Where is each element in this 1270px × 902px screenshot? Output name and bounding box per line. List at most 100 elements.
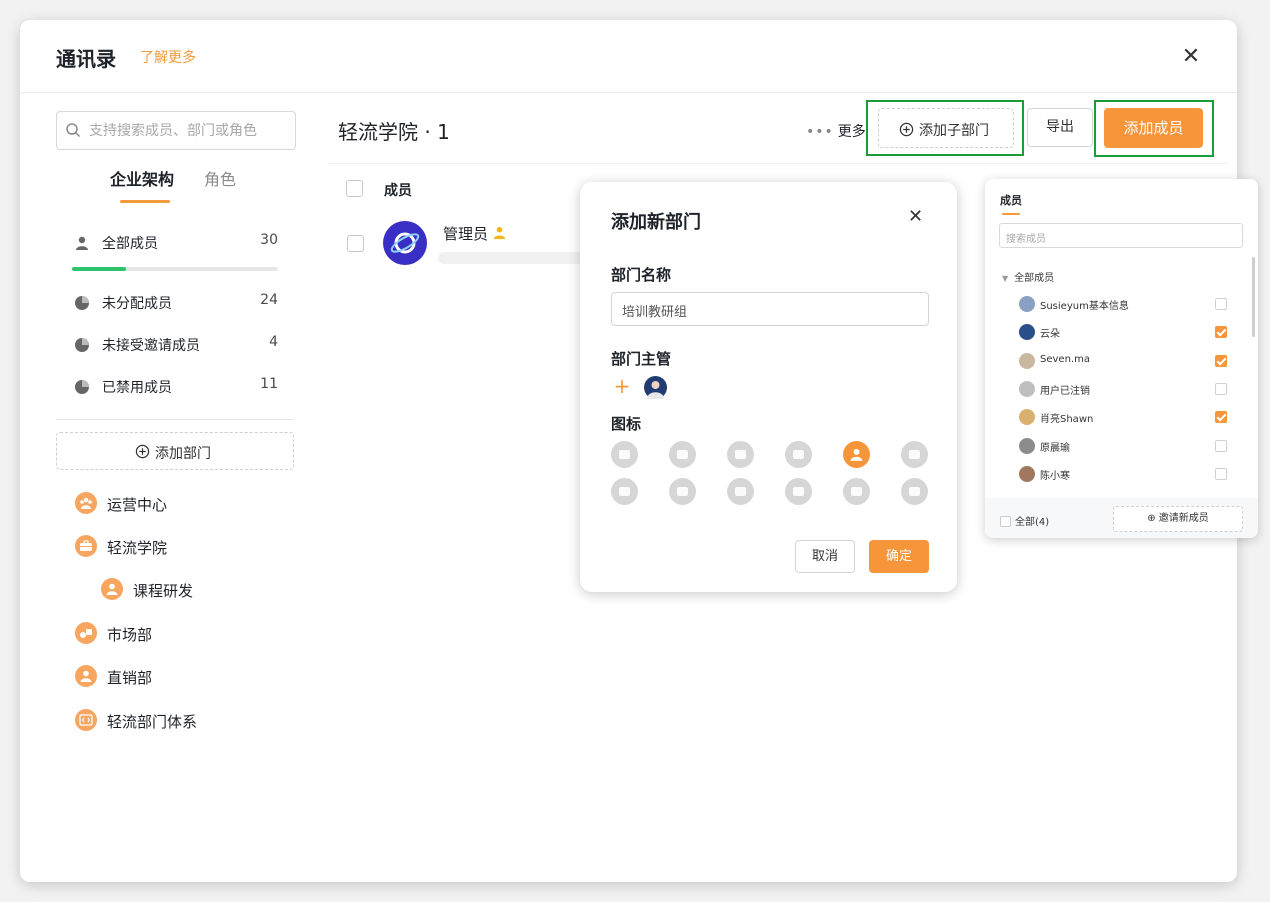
export-button[interactable]: 导出: [1027, 108, 1093, 147]
picker-search-input[interactable]: 搜索成员: [999, 223, 1243, 248]
confirm-button[interactable]: 确定: [869, 540, 929, 573]
dept-name-label: 部门名称: [611, 266, 672, 284]
member-name: Seven.ma: [1040, 353, 1090, 365]
more-button[interactable]: ••• 更多: [806, 121, 866, 141]
stat-count: 24: [260, 292, 278, 308]
add-manager-button[interactable]: +: [611, 376, 633, 398]
stat-pending-invite[interactable]: 未接受邀请成员 4: [72, 334, 280, 356]
avatar: [383, 221, 427, 265]
cancel-button[interactable]: 取消: [795, 540, 855, 573]
department-title: 轻流学院 · 1: [338, 120, 450, 144]
scrollbar[interactable]: [1252, 257, 1255, 337]
select-all[interactable]: 全部(4): [1000, 513, 1049, 528]
stat-label: 已禁用成员: [102, 380, 172, 396]
picker-tab-members[interactable]: 成员: [1000, 192, 1022, 208]
member-search[interactable]: [56, 111, 296, 150]
person-icon: [101, 578, 123, 600]
active-tab-indicator: [1002, 213, 1020, 215]
add-department-label: 添加部门: [155, 446, 211, 462]
briefcase-icon: [75, 535, 97, 557]
member-checkbox[interactable]: [1215, 411, 1227, 424]
close-icon[interactable]: ✕: [908, 206, 923, 227]
code-icon[interactable]: [611, 441, 638, 468]
avatar: [1019, 296, 1035, 312]
member-row[interactable]: 云朵: [1019, 323, 1227, 341]
add-department-button[interactable]: 添加部门: [56, 432, 294, 470]
member-row[interactable]: Seven.ma: [1019, 352, 1227, 370]
select-all-checkbox[interactable]: [346, 180, 363, 197]
briefcase-icon[interactable]: [669, 441, 696, 468]
dept-label: 运营中心: [107, 496, 168, 514]
tree-root-label: 全部成员: [1014, 273, 1055, 284]
more-label: 更多: [837, 124, 866, 140]
member-picker-panel: 成员 搜索成员 ▼ 全部成员 Susieyum基本信息云朵 Seven.ma 用户已注…: [985, 179, 1258, 538]
stat-unassigned[interactable]: 未分配成员 24: [72, 292, 280, 314]
tree-root[interactable]: ▼ 全部成员: [1002, 269, 1054, 284]
row-checkbox[interactable]: [347, 235, 364, 252]
member-row[interactable]: 陈小寒: [1019, 465, 1227, 483]
dialog-title: 添加新部门: [611, 212, 701, 233]
tab-org[interactable]: 企业架构: [110, 166, 174, 190]
stat-count: 11: [260, 376, 278, 392]
member-row[interactable]: 用户已注销: [1019, 380, 1227, 398]
dept-label: 直销部: [107, 669, 153, 687]
chart-icon: [75, 622, 97, 644]
manager-avatar: [644, 376, 667, 399]
admin-badge-icon: [493, 226, 506, 240]
member-name: 陈小寒: [1040, 470, 1070, 482]
avatar: [1019, 352, 1035, 369]
tools-icon[interactable]: [843, 478, 870, 505]
member-row[interactable]: 原晨瑜: [1019, 437, 1227, 455]
home-icon[interactable]: [785, 478, 812, 505]
close-icon[interactable]: ✕: [1180, 46, 1202, 68]
stat-count: 30: [260, 232, 278, 248]
stat-disabled[interactable]: 已禁用成员 11: [72, 376, 280, 398]
team-icon[interactable]: [727, 441, 754, 468]
tab-roles[interactable]: 角色: [204, 166, 236, 190]
invite-member-button[interactable]: ⊕ 邀请新成员: [1113, 506, 1243, 532]
stat-count: 4: [269, 334, 278, 350]
camera-icon[interactable]: [669, 478, 696, 505]
add-member-button[interactable]: 添加成员: [1104, 108, 1203, 148]
stat-label: 未分配成员: [102, 296, 172, 312]
person-icon[interactable]: [843, 441, 870, 468]
dept-name-field[interactable]: 培训教研组: [611, 292, 929, 326]
pie-icon: [75, 380, 89, 394]
member-checkbox[interactable]: [1215, 298, 1227, 310]
member-progress: [72, 267, 278, 271]
learn-more-link[interactable]: 了解更多: [140, 47, 196, 67]
code-icon: [75, 709, 97, 731]
search-icon: [66, 123, 81, 138]
add-subdepartment-button[interactable]: 添加子部门: [878, 108, 1014, 148]
stat-label: 全部成员: [102, 236, 158, 252]
stat-label: 未接受邀请成员: [102, 338, 200, 354]
member-name: 管理员: [443, 225, 489, 243]
car-icon[interactable]: [611, 478, 638, 505]
graduation-icon[interactable]: [901, 441, 928, 468]
member-name: 肖亮Shawn: [1040, 414, 1094, 426]
progress-fill: [72, 267, 126, 271]
member-checkbox[interactable]: [1215, 326, 1227, 339]
member-row[interactable]: 肖亮Shawn: [1019, 408, 1227, 426]
plus-circle-icon: ⊕: [1147, 513, 1159, 524]
avatar: [1019, 324, 1035, 341]
member-row[interactable]: Susieyum基本信息: [1019, 295, 1227, 313]
pie-icon: [75, 338, 89, 352]
avatar: [1019, 409, 1035, 426]
cart-icon[interactable]: [901, 478, 928, 505]
stat-all-members[interactable]: 全部成员 30: [72, 232, 280, 254]
dept-manager-label: 部门主管: [611, 350, 672, 368]
team-icon: [75, 492, 97, 514]
member-checkbox[interactable]: [1215, 467, 1227, 480]
avatar: [1019, 465, 1035, 482]
member-checkbox[interactable]: [1215, 354, 1227, 367]
member-name: Susieyum基本信息: [1040, 301, 1129, 312]
chart-icon[interactable]: [785, 441, 812, 468]
select-all-checkbox[interactable]: [1000, 516, 1011, 527]
bulb-icon[interactable]: [727, 478, 754, 505]
plus-circle-icon: [899, 122, 914, 137]
member-checkbox[interactable]: [1215, 382, 1227, 395]
search-input[interactable]: [89, 120, 289, 142]
member-name: 用户已注销: [1040, 385, 1090, 397]
member-checkbox[interactable]: [1215, 439, 1227, 452]
